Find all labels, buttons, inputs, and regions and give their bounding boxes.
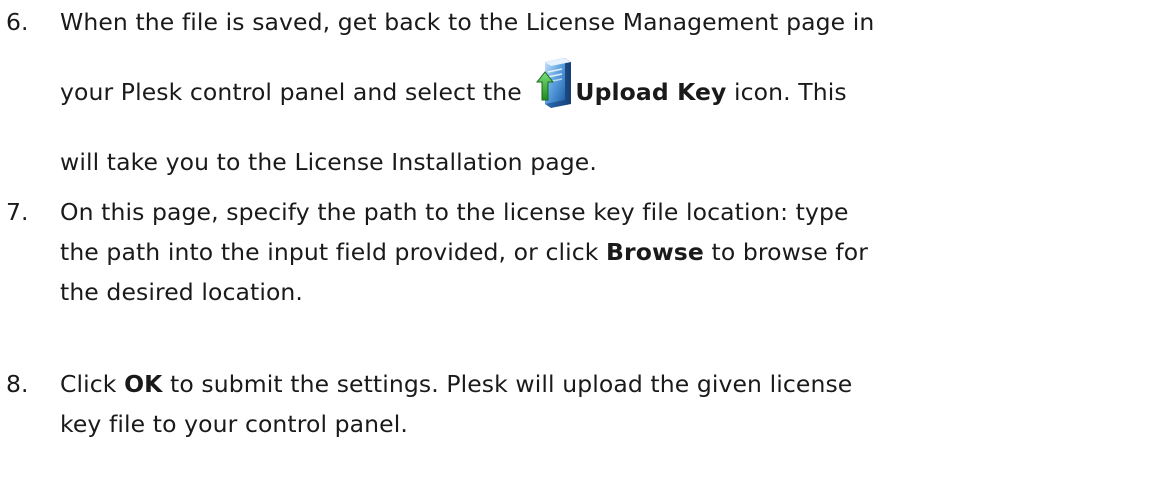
step-number: 7. <box>6 198 29 226</box>
upload-key-icon <box>535 58 573 112</box>
step-7: 7. On this page, specify the path to the… <box>0 192 1176 312</box>
step-text-line: your Plesk control panel and select the <box>60 42 1176 142</box>
step-text: to submit the settings. Plesk will uploa… <box>162 370 853 398</box>
step-text-line: the desired location. <box>60 278 303 306</box>
step-text-line: On this page, specify the path to the li… <box>60 198 849 226</box>
step-text-line: key file to your control panel. <box>60 410 408 438</box>
upload-key-icon-graphic <box>536 58 572 108</box>
ok-label: OK <box>124 370 163 398</box>
step-text: icon. This <box>726 78 847 106</box>
step-text: to browse for <box>703 238 869 266</box>
step-text-line: Click OK to submit the settings. Plesk w… <box>60 364 1176 404</box>
browse-label: Browse <box>606 238 704 266</box>
upload-key-label: Upload Key <box>575 78 727 106</box>
step-number: 6. <box>6 8 29 36</box>
step-text-line: the path into the input field provided, … <box>60 232 1176 272</box>
step-6: 6. When the file is saved, get back to t… <box>0 2 1176 182</box>
step-text-line: will take you to the License Installatio… <box>60 148 597 176</box>
step-text: your Plesk control panel and select the <box>60 78 530 106</box>
step-number: 8. <box>6 370 29 398</box>
step-text-line: When the file is saved, get back to the … <box>60 8 875 36</box>
step-text: Click <box>60 370 125 398</box>
step-8: 8. Click OK to submit the settings. Ples… <box>0 364 1176 444</box>
step-text: the path into the input field provided, … <box>60 238 607 266</box>
